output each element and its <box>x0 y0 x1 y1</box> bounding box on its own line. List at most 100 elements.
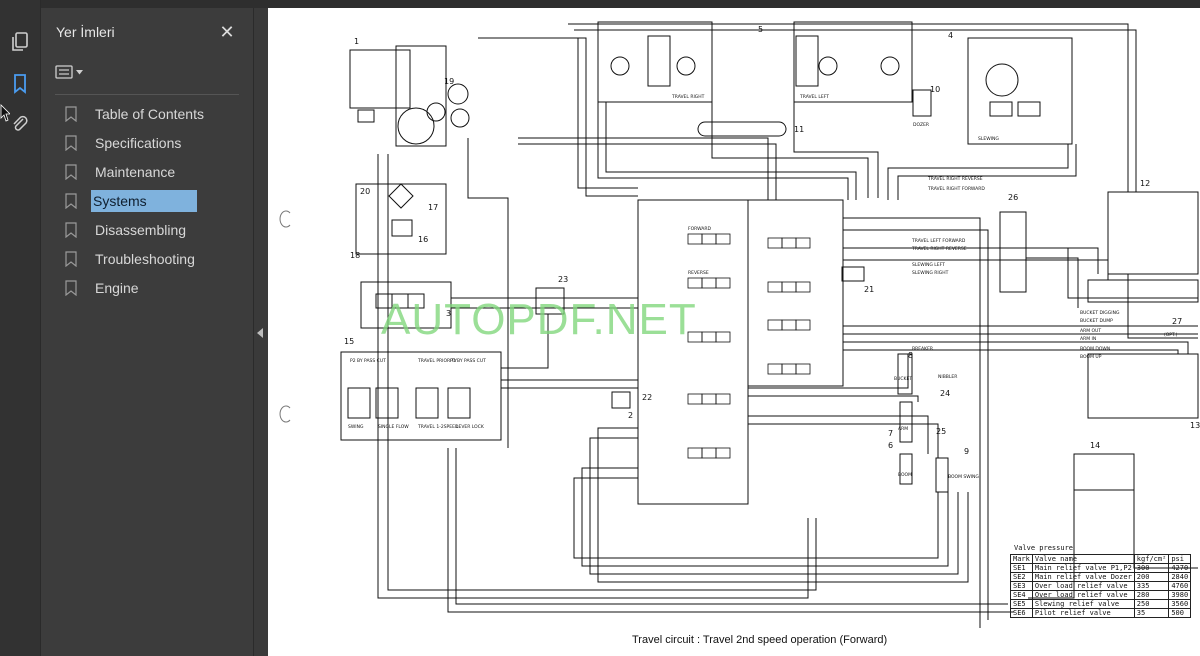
table-cell: Pilot relief valve <box>1031 608 1135 618</box>
table-cell: Main relief valve Dozer <box>1031 572 1135 582</box>
bookmark-ribbon-icon <box>65 105 77 122</box>
svg-text:TRAVEL LEFT: TRAVEL LEFT <box>799 94 829 100</box>
table-row: SE4 Over load relief valve 280 3980 <box>1010 590 1192 600</box>
svg-text:13: 13 <box>1190 421 1200 430</box>
svg-text:TRAVEL RIGHT: TRAVEL RIGHT <box>671 94 705 100</box>
bookmark-label[interactable]: Troubleshooting <box>93 249 197 269</box>
svg-text:19: 19 <box>444 77 454 86</box>
watermark: AUTOPDF.NET <box>381 295 697 344</box>
table-cell: 200 <box>1133 572 1170 582</box>
close-icon[interactable]: ✕ <box>215 20 239 44</box>
svg-text:BOOM SWING: BOOM SWING <box>948 474 979 480</box>
bookmark-ribbon-icon <box>65 163 77 180</box>
svg-text:NIBBLER: NIBBLER <box>938 374 957 380</box>
valve-pressure-table: Mark Valve name kgf/cm² psi SE1 Main rel… <box>1010 554 1192 618</box>
bookmark-item[interactable]: Table of Contents <box>65 99 245 128</box>
bookmark-item[interactable]: Disassembling <box>65 215 245 244</box>
svg-text:21: 21 <box>864 285 874 294</box>
table-row: SE6 Pilot relief valve 35 500 <box>1010 608 1192 618</box>
bookmark-label[interactable]: Disassembling <box>93 220 188 240</box>
svg-text:9: 9 <box>964 447 969 456</box>
svg-text:P1 BY PASS CUT: P1 BY PASS CUT <box>450 358 486 364</box>
svg-text:BOOM UP: BOOM UP <box>1080 354 1102 360</box>
bookmark-item[interactable]: Maintenance <box>65 157 245 186</box>
table-cell: SE1 <box>1010 563 1033 573</box>
table-cell: Over load relief valve <box>1031 581 1135 591</box>
bookmark-label[interactable]: Maintenance <box>93 162 177 182</box>
svg-text:17: 17 <box>428 203 438 212</box>
table-row: SE2 Main relief valve Dozer 200 2840 <box>1010 572 1192 582</box>
svg-text:24: 24 <box>940 389 950 398</box>
svg-text:SLEWING RIGHT: SLEWING RIGHT <box>912 270 949 276</box>
table-cell: 4270 <box>1168 563 1192 573</box>
svg-text:7: 7 <box>888 429 893 438</box>
table-cell: Over load relief valve <box>1031 590 1135 600</box>
bookmark-list: Table of Contents Specifications Mainten… <box>65 99 245 302</box>
svg-text:2: 2 <box>628 411 633 420</box>
bookmark-item[interactable]: Troubleshooting <box>65 244 245 273</box>
panel-collapse-handle[interactable] <box>253 8 268 656</box>
divider <box>55 94 239 95</box>
table-header: kgf/cm² <box>1133 554 1170 564</box>
svg-text:TRAVEL RIGHT REVERSE: TRAVEL RIGHT REVERSE <box>911 246 967 252</box>
document-viewer[interactable]: 1234 5678 9 10 11 12 13 14 15 16 17 18 19 20 21 22… <box>268 8 1200 656</box>
svg-text:23: 23 <box>558 275 568 284</box>
table-cell: 3560 <box>1168 599 1192 609</box>
svg-text:15: 15 <box>344 337 354 346</box>
table-row: SE1 Main relief valve P1,P2 300 4270 <box>1010 563 1192 573</box>
mouse-cursor-icon <box>0 104 11 129</box>
bookmark-label[interactable]: Table of Contents <box>93 104 206 124</box>
bookmark-ribbon-icon <box>65 250 77 267</box>
svg-text:TRAVEL RIGHT REVERSE: TRAVEL RIGHT REVERSE <box>927 176 983 182</box>
svg-text:20: 20 <box>360 187 370 196</box>
svg-text:(OPT.): (OPT.) <box>1164 332 1178 338</box>
svg-text:10: 10 <box>930 85 940 94</box>
top-toolbar-strip <box>0 0 1200 8</box>
bookmark-item[interactable]: Engine <box>65 273 245 302</box>
table-header: Valve name <box>1031 554 1135 564</box>
svg-text:12: 12 <box>1140 179 1150 188</box>
svg-text:26: 26 <box>1008 193 1018 202</box>
svg-text:1: 1 <box>354 37 359 46</box>
svg-text:BUCKET: BUCKET <box>894 376 912 382</box>
bookmark-label[interactable]: Specifications <box>93 133 183 153</box>
table-row: SE3 Over load relief valve 335 4760 <box>1010 581 1192 591</box>
svg-text:25: 25 <box>936 427 946 436</box>
bookmark-label[interactable]: Systems <box>91 189 197 212</box>
svg-text:6: 6 <box>888 441 893 450</box>
table-cell: SE4 <box>1010 590 1033 600</box>
figure-caption: Travel circuit : Travel 2nd speed operat… <box>632 634 888 646</box>
table-cell: 4760 <box>1168 581 1192 591</box>
table-cell: 335 <box>1133 581 1170 591</box>
svg-text:FORWARD: FORWARD <box>688 226 711 232</box>
svg-text:BREAKER: BREAKER <box>912 346 933 352</box>
list-options-icon <box>55 65 73 79</box>
table-header-row: Mark Valve name kgf/cm² psi <box>1010 554 1192 564</box>
bookmark-ribbon-icon <box>65 192 77 209</box>
bookmark-icon[interactable] <box>8 72 32 96</box>
svg-text:ARM IN: ARM IN <box>1080 336 1096 342</box>
svg-text:11: 11 <box>794 125 804 134</box>
bookmark-item-selected[interactable]: Systems <box>65 186 245 215</box>
svg-text:TRAVEL 1-2SPEED: TRAVEL 1-2SPEED <box>417 424 459 430</box>
table-cell: 250 <box>1133 599 1170 609</box>
bookmark-item[interactable]: Specifications <box>65 128 245 157</box>
table-cell: 280 <box>1133 590 1170 600</box>
svg-text:27: 27 <box>1172 317 1182 326</box>
table-cell: 500 <box>1168 608 1192 618</box>
pages-icon[interactable] <box>8 30 32 54</box>
svg-text:TRAVEL LEFT FORWARD: TRAVEL LEFT FORWARD <box>911 238 966 244</box>
svg-text:16: 16 <box>418 235 428 244</box>
table-cell: SE5 <box>1010 599 1033 609</box>
chevron-left-icon[interactable] <box>257 328 263 338</box>
bookmark-options-button[interactable] <box>55 60 89 84</box>
attachment-icon[interactable] <box>8 112 32 136</box>
svg-text:22: 22 <box>642 393 652 402</box>
bookmark-label[interactable]: Engine <box>93 278 141 298</box>
table-cell: SE6 <box>1010 608 1033 618</box>
svg-text:REVERSE: REVERSE <box>688 270 709 276</box>
table-cell: Slewing relief valve <box>1031 599 1135 609</box>
table-header: Mark <box>1010 554 1033 564</box>
svg-text:ARM OUT: ARM OUT <box>1080 328 1101 334</box>
svg-text:P2 BY PASS CUT: P2 BY PASS CUT <box>350 358 386 364</box>
